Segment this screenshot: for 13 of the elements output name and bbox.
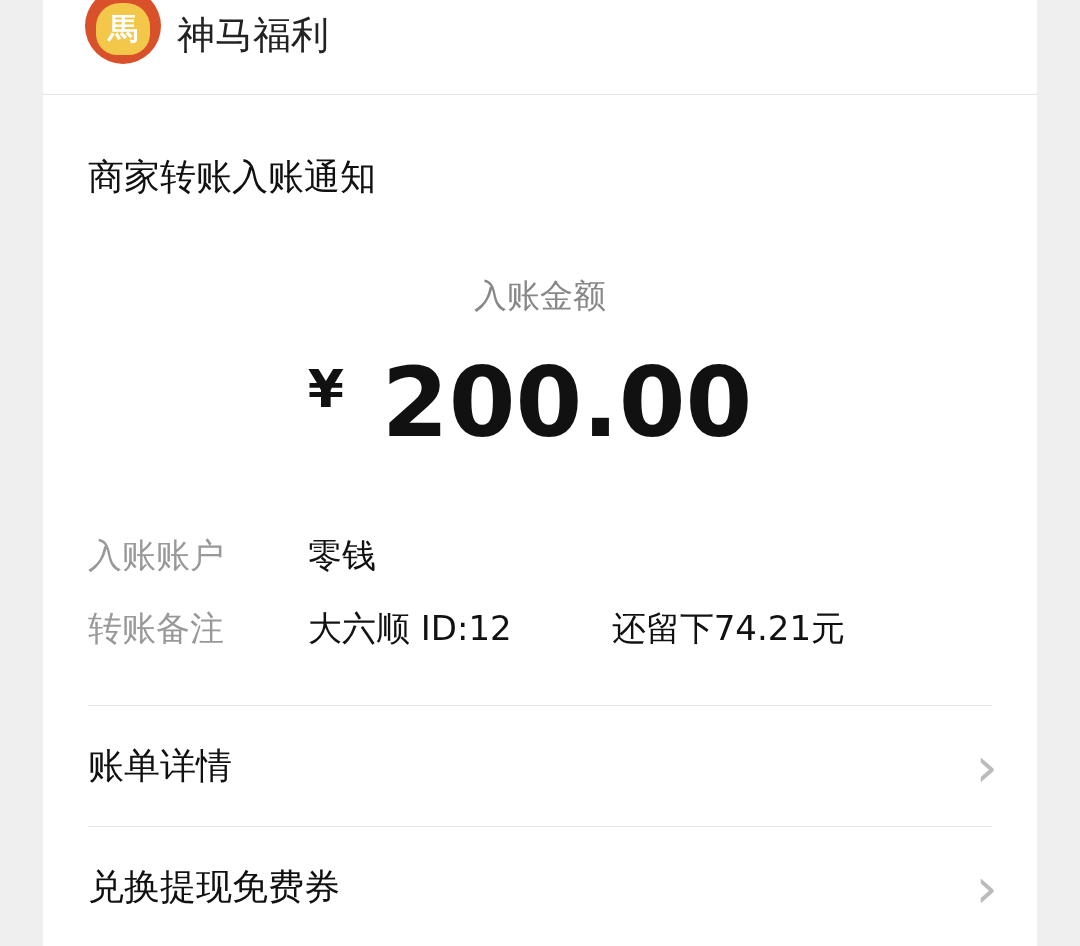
detail-value: 还留下74.21元 <box>611 606 846 650</box>
menu-item[interactable]: 账单详情 › <box>88 705 992 826</box>
detail-value: 零钱 <box>308 533 376 577</box>
detail-label: 入账账户 <box>88 533 225 577</box>
detail-value: 大六顺 ID:12 <box>308 606 512 650</box>
amount-value: 200.00 <box>381 347 753 459</box>
notice-title: 商家转账入账通知 <box>88 155 377 199</box>
detail-label: 转账备注 <box>88 606 225 650</box>
account-name: 神马福利 <box>177 12 329 59</box>
menu-item[interactable]: 兑换提现免费券 › <box>88 826 992 946</box>
currency-symbol: ¥ <box>307 359 344 419</box>
logo-icon: 馬 <box>85 0 161 64</box>
amount-label: 入账金额 <box>473 275 607 317</box>
